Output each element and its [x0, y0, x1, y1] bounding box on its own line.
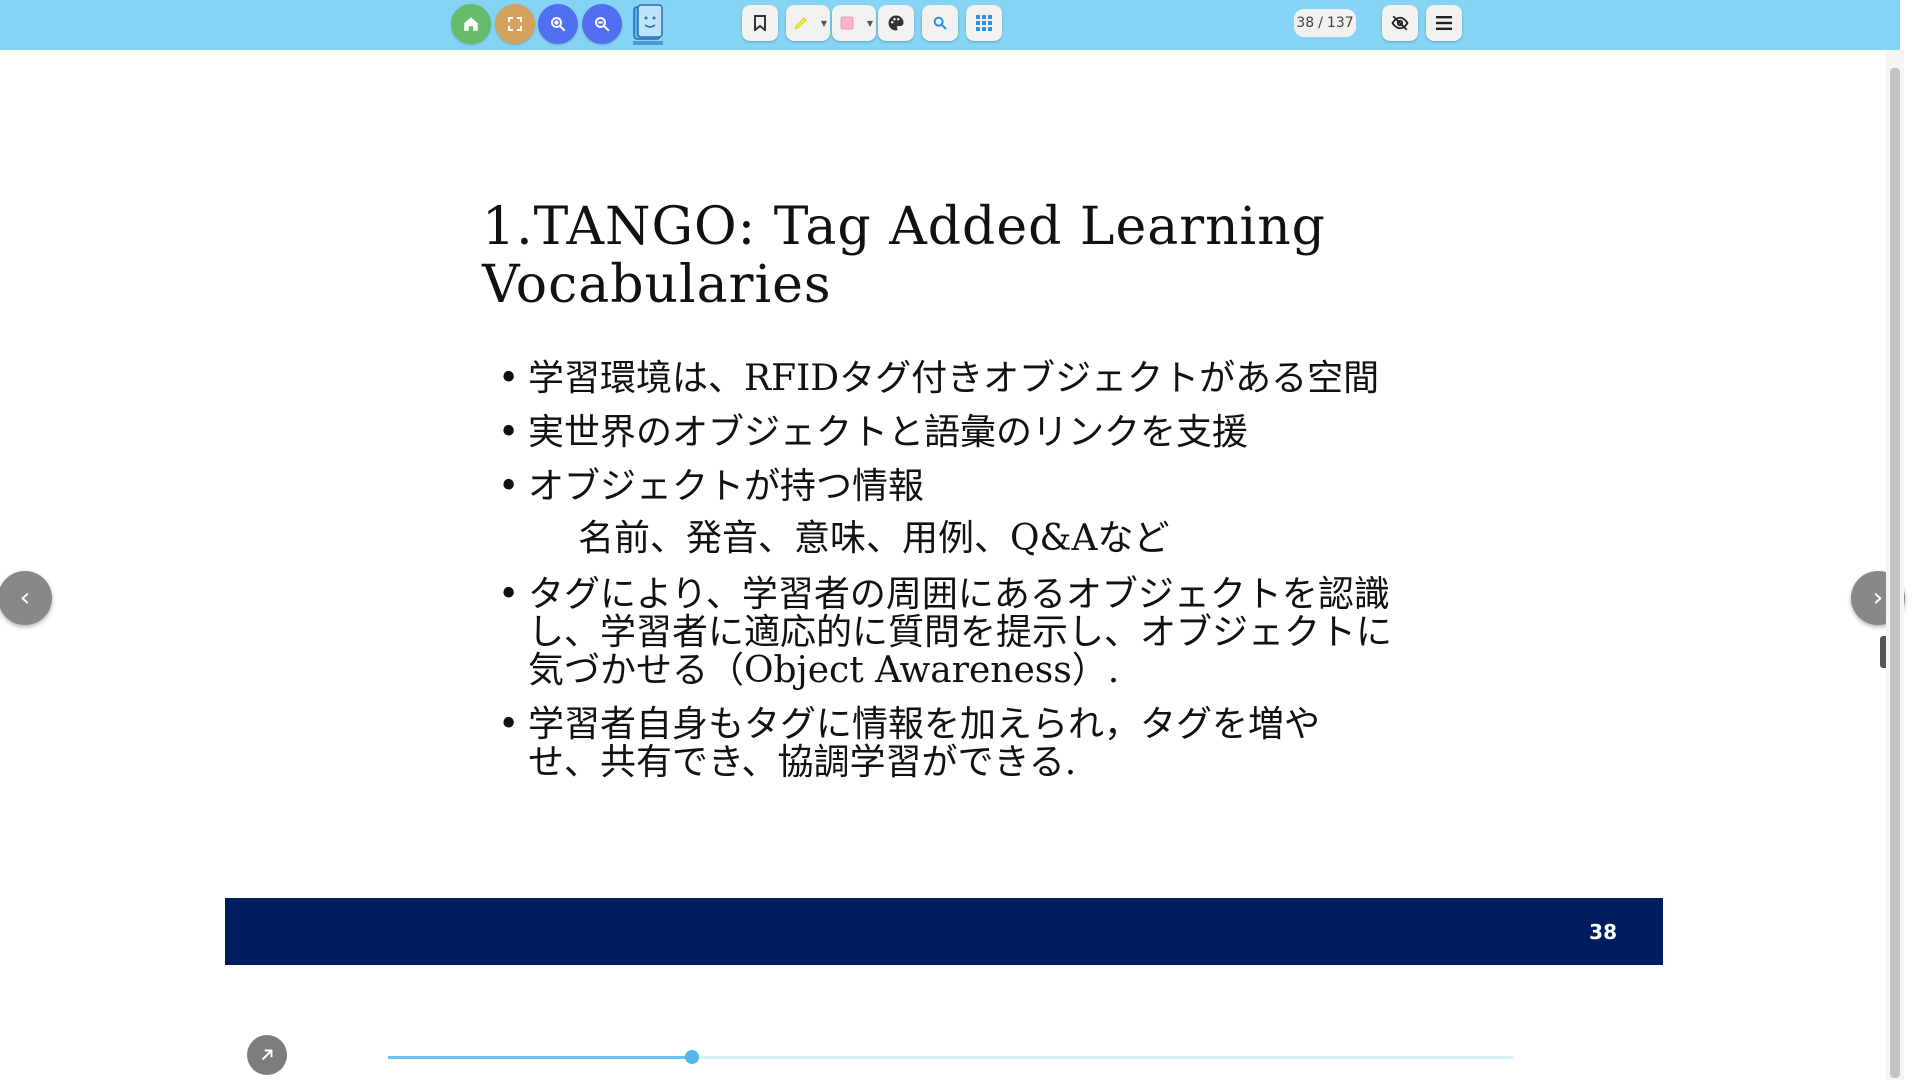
search-icon	[933, 16, 947, 30]
slide-page-number: 38	[1589, 920, 1617, 944]
sub-bullet-item: 名前、発音、意味、用例、Q&Aなど	[578, 518, 1170, 559]
home-button[interactable]	[451, 4, 491, 44]
bullet-item: 学習環境は、RFIDタグ付きオブジェクトがある空間	[496, 360, 1388, 399]
page-slider-fill	[388, 1056, 692, 1059]
app-logo	[631, 3, 665, 47]
sticky-note-button[interactable]: ▼	[832, 5, 876, 41]
zoom-out-button[interactable]	[582, 4, 622, 44]
top-toolbar: ▼ ▼ 38 / 137	[0, 0, 1900, 50]
page-slider-knob[interactable]	[684, 1050, 699, 1064]
vertical-scrollbar[interactable]	[1886, 50, 1904, 1080]
search-button[interactable]	[922, 5, 958, 41]
chevron-left-icon: ‹	[19, 583, 31, 613]
chevron-down-icon[interactable]: ▼	[867, 19, 873, 28]
bookmark-icon	[754, 15, 766, 31]
page-total: 137	[1326, 15, 1354, 31]
page-separator: /	[1318, 15, 1323, 31]
bookmark-button[interactable]	[742, 5, 778, 41]
fullscreen-icon	[508, 17, 522, 31]
menu-button[interactable]	[1426, 5, 1462, 41]
hide-toolbar-button[interactable]	[1382, 5, 1418, 41]
zoom-out-icon	[595, 17, 610, 32]
prev-page-button[interactable]: ‹	[0, 571, 52, 625]
bullet-item: タグにより、学習者の周囲にあるオブジェクトを認識し、学習者に適応的に質問を提示し…	[496, 576, 1408, 690]
slide-title: 1.TANGO: Tag Added Learning Vocabularies	[482, 198, 1382, 314]
chevron-down-icon[interactable]: ▼	[821, 19, 827, 28]
thumbnails-button[interactable]	[966, 5, 1002, 41]
bullet-item: 実世界のオブジェクトと語彙のリンクを支援	[496, 414, 1416, 453]
palette-button[interactable]	[878, 5, 914, 41]
highlighter-button[interactable]: ▼	[786, 5, 830, 41]
chevron-right-icon: ›	[1872, 583, 1884, 613]
slide-title-line2: Vocabularies	[482, 255, 832, 315]
slide-footer-bar: 38	[225, 898, 1663, 965]
bullet-item: オブジェクトが持つ情報	[496, 468, 1416, 507]
page-slider[interactable]	[388, 1050, 1513, 1064]
expand-button[interactable]	[247, 1035, 287, 1075]
scrollbar-thumb[interactable]	[1890, 68, 1900, 1078]
slide-bullet-list: 学習環境は、RFIDタグ付きオブジェクトがある空間 実世界のオブジェクトと語彙の…	[496, 360, 1416, 798]
fullscreen-button[interactable]	[495, 4, 535, 44]
palette-icon	[888, 15, 904, 31]
grid-icon	[976, 15, 992, 31]
menu-icon	[1436, 16, 1452, 30]
eye-off-icon	[1391, 15, 1409, 31]
home-icon	[464, 17, 478, 31]
zoom-in-button[interactable]	[538, 4, 578, 44]
highlighter-icon	[794, 17, 807, 30]
page-current: 38	[1296, 15, 1315, 31]
zoom-in-icon	[551, 17, 566, 32]
page-indicator[interactable]: 38 / 137	[1294, 9, 1356, 37]
slide-title-line1: 1.TANGO: Tag Added Learning	[482, 197, 1326, 257]
sticky-note-icon	[840, 16, 854, 30]
bullet-item: 学習者自身もタグに情報を加えられ，タグを増やせ、共有でき、協調学習ができる.	[496, 706, 1348, 782]
arrow-up-right-icon	[261, 1049, 273, 1061]
